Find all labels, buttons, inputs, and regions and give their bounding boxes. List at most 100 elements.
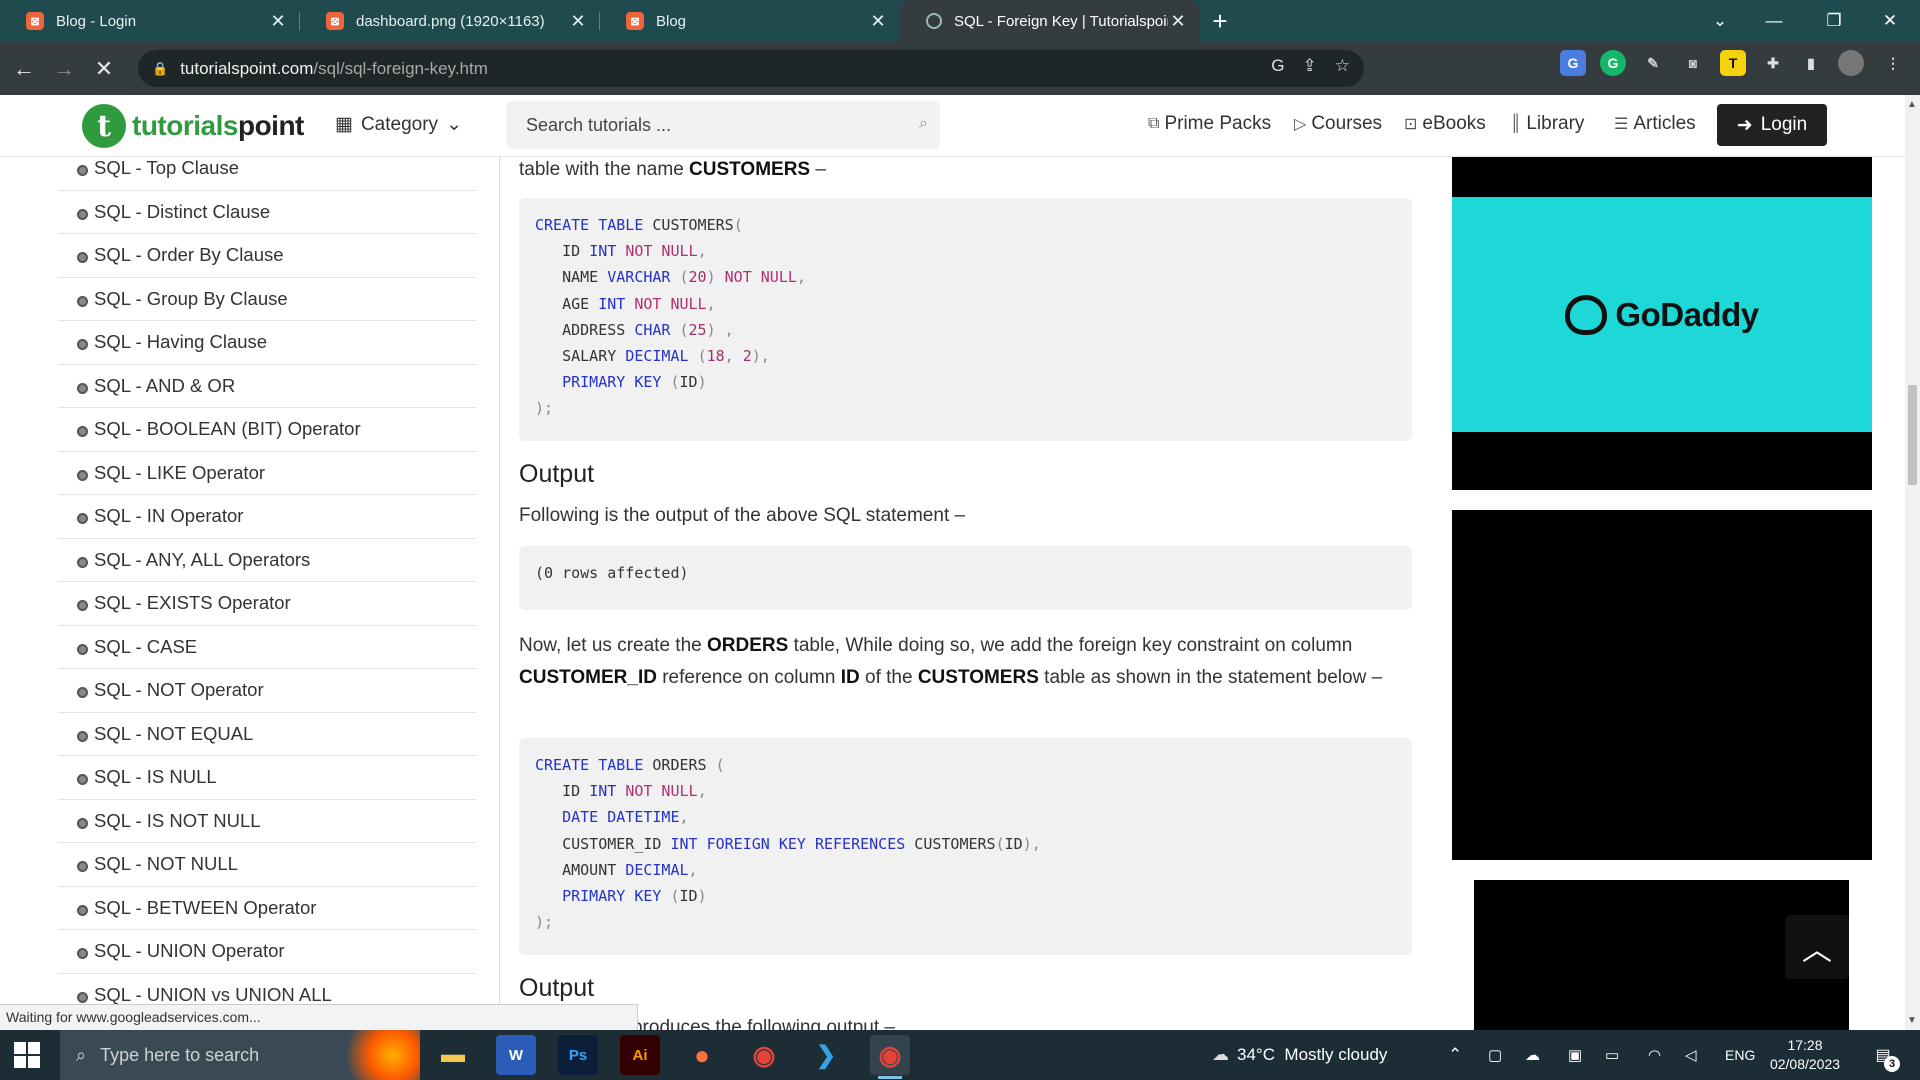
packs-icon: ⧉ xyxy=(1148,115,1160,132)
sidebar-item[interactable]: SQL - BOOLEAN (BIT) Operator xyxy=(58,408,476,452)
sidebar-item[interactable]: SQL - AND & OR xyxy=(58,365,476,408)
illustrator-icon[interactable]: Ai xyxy=(620,1035,660,1075)
taskbar-search-placeholder: Type here to search xyxy=(100,1044,260,1065)
ebook-icon: ⊡ xyxy=(1404,116,1418,133)
taskbar-search[interactable]: ⌕ Type here to search xyxy=(60,1030,420,1080)
firefox-icon[interactable]: ● xyxy=(682,1035,722,1075)
sidebar-item[interactable]: SQL - BETWEEN Operator xyxy=(58,887,476,930)
ad-slot[interactable] xyxy=(1452,510,1872,860)
sidebar-item[interactable]: SQL - CASE xyxy=(58,626,476,669)
wifi-icon[interactable]: ◠ xyxy=(1648,1030,1661,1080)
output-paragraph-2: … statement produces the following outpu… xyxy=(519,1017,896,1030)
sidebar-item[interactable]: SQL - Group By Clause xyxy=(58,278,476,321)
vscode-icon[interactable]: ❯ xyxy=(806,1035,846,1075)
meet-icon[interactable]: ▢ xyxy=(1488,1030,1502,1080)
library-icon: ║ xyxy=(1510,115,1522,132)
bookmark-star-icon[interactable]: ☆ xyxy=(1335,56,1350,76)
url-path: /sql/sql-foreign-key.htm xyxy=(313,58,488,78)
profile-avatar[interactable] xyxy=(1838,50,1864,76)
tab-title: Blog xyxy=(656,12,687,30)
minimize-button[interactable]: — xyxy=(1746,0,1802,42)
search-icon: ⌕ xyxy=(76,1044,87,1065)
google-icon[interactable]: G xyxy=(1271,56,1284,76)
notification-center-icon[interactable]: ▤ 3 xyxy=(1870,1042,1900,1072)
new-tab-button[interactable]: + xyxy=(1200,0,1240,42)
tray-chevron-icon[interactable]: ⌃ xyxy=(1448,1030,1462,1080)
grammarly-extension-icon[interactable]: G xyxy=(1600,50,1626,76)
share-icon[interactable]: ⇪ xyxy=(1303,56,1317,76)
file-explorer-icon[interactable]: ▬ xyxy=(433,1035,473,1075)
site-logo[interactable]: t tutorialspoint xyxy=(82,104,304,148)
tab-sql-foreign-key[interactable]: SQL - Foreign Key | Tutorialspoin ✕ xyxy=(900,0,1200,42)
category-menu[interactable]: ▦ Category ⌄ xyxy=(335,113,462,136)
volume-icon[interactable]: ◁ xyxy=(1685,1030,1697,1080)
windows-start-icon[interactable] xyxy=(14,1042,42,1068)
onedrive-icon[interactable]: ☁ xyxy=(1525,1030,1540,1080)
tab-search-icon[interactable]: ⌄ xyxy=(1692,0,1748,42)
translate-extension-icon[interactable]: G xyxy=(1560,50,1586,76)
nav-articles[interactable]: ☰ Articles xyxy=(1614,113,1696,135)
back-icon[interactable]: ← xyxy=(8,53,40,85)
sidebar-item[interactable]: SQL - Top Clause xyxy=(58,147,476,191)
address-bar[interactable]: 🔒 tutorialspoint.com/sql/sql-foreign-key… xyxy=(138,50,1364,87)
close-tab-icon[interactable]: ✕ xyxy=(868,11,888,32)
sidebar-item[interactable]: SQL - UNION Operator xyxy=(58,930,476,974)
godaddy-ad[interactable]: GoDaddy xyxy=(1452,157,1872,490)
scroll-to-top-button[interactable]: ︿ xyxy=(1785,915,1849,979)
sidebar-item[interactable]: SQL - NOT NULL xyxy=(58,843,476,887)
scroll-down-icon[interactable]: ▼ xyxy=(1907,1015,1917,1026)
sidebar-item[interactable]: SQL - EXISTS Operator xyxy=(58,582,476,626)
sidebar-item[interactable]: SQL - NOT Operator xyxy=(58,669,476,713)
sidebar-item[interactable]: SQL - LIKE Operator xyxy=(58,452,476,495)
close-tab-icon[interactable]: ✕ xyxy=(268,11,288,32)
pen-extension-icon[interactable]: ✎ xyxy=(1640,50,1666,76)
tab-blog-login[interactable]: ⊠ Blog - Login ✕ xyxy=(0,0,300,42)
scroll-up-icon[interactable]: ▲ xyxy=(1907,99,1917,110)
sidebar-item[interactable]: SQL - Having Clause xyxy=(58,321,476,365)
sidebar-item[interactable]: SQL - NOT EQUAL xyxy=(58,713,476,756)
sidebar-item[interactable]: SQL - Order By Clause xyxy=(58,234,476,278)
nav-ebooks[interactable]: ⊡ eBooks xyxy=(1404,113,1486,135)
word-icon[interactable]: W xyxy=(496,1035,536,1075)
extensions-puzzle-icon[interactable]: ✚ xyxy=(1760,50,1786,76)
nav-prime-packs[interactable]: ⧉ Prime Packs xyxy=(1148,113,1271,135)
browser-menu-icon[interactable]: ⋮ xyxy=(1880,50,1906,76)
scroll-thumb[interactable] xyxy=(1908,385,1917,485)
code-block-customers: CREATE TABLE CUSTOMERS( ID INT NOT NULL,… xyxy=(519,198,1412,441)
sidebar-item[interactable]: SQL - IN Operator xyxy=(58,495,476,539)
windows-taskbar: ⌕ Type here to search ▬ W Ps Ai ● ◉ ❯ ◉ … xyxy=(0,1030,1920,1080)
orders-paragraph: Now, let us create the ORDERS table, Whi… xyxy=(519,635,1383,688)
system-clock[interactable]: 17:28 02/08/2023 xyxy=(1765,1036,1845,1074)
chrome-icon[interactable]: ◉ xyxy=(744,1035,784,1075)
camera-extension-icon[interactable]: ◙ xyxy=(1680,50,1706,76)
sidebar-item[interactable]: SQL - IS NOT NULL xyxy=(58,800,476,843)
chrome-active-icon[interactable]: ◉ xyxy=(870,1035,910,1079)
display-icon[interactable]: ▣ xyxy=(1568,1030,1582,1080)
login-button[interactable]: ➜ Login xyxy=(1717,104,1827,146)
close-tab-icon[interactable]: ✕ xyxy=(1168,11,1188,32)
t-extension-icon[interactable]: T xyxy=(1720,50,1746,76)
stop-icon[interactable]: ✕ xyxy=(88,53,120,85)
nav-library[interactable]: ║ Library xyxy=(1510,113,1584,135)
tab-blog[interactable]: ⊠ Blog ✕ xyxy=(600,0,900,42)
tab-dashboard-png[interactable]: ⊠ dashboard.png (1920×1163) ✕ xyxy=(300,0,600,42)
tab-title: dashboard.png (1920×1163) xyxy=(356,12,545,30)
tab-title: SQL - Foreign Key | Tutorialspoin xyxy=(954,12,1168,30)
sidebar-item[interactable]: SQL - Distinct Clause xyxy=(58,191,476,234)
sidebar-item[interactable]: SQL - ANY, ALL Operators xyxy=(58,539,476,582)
forward-icon[interactable]: → xyxy=(48,53,80,85)
battery-icon[interactable]: ▭ xyxy=(1605,1030,1619,1080)
weather-widget[interactable]: ☁ 34°C Mostly cloudy xyxy=(1212,1030,1387,1080)
sidebar-item[interactable]: SQL - IS NULL xyxy=(58,756,476,800)
side-panel-icon[interactable]: ▮ xyxy=(1798,50,1824,76)
close-tab-icon[interactable]: ✕ xyxy=(568,11,588,32)
page-scrollbar[interactable]: ▲ ▼ xyxy=(1905,95,1920,1030)
search-input[interactable]: Search tutorials ... ⌕ xyxy=(506,101,940,149)
search-icon[interactable]: ⌕ xyxy=(919,115,928,133)
photoshop-icon[interactable]: Ps xyxy=(558,1035,598,1075)
restore-button[interactable]: ❐ xyxy=(1806,0,1862,42)
close-window-button[interactable]: ✕ xyxy=(1862,0,1918,42)
language-indicator[interactable]: ENG xyxy=(1725,1030,1755,1080)
output-result-text: (0 rows affected) xyxy=(535,564,689,582)
nav-courses[interactable]: ▷ Courses xyxy=(1294,113,1382,135)
